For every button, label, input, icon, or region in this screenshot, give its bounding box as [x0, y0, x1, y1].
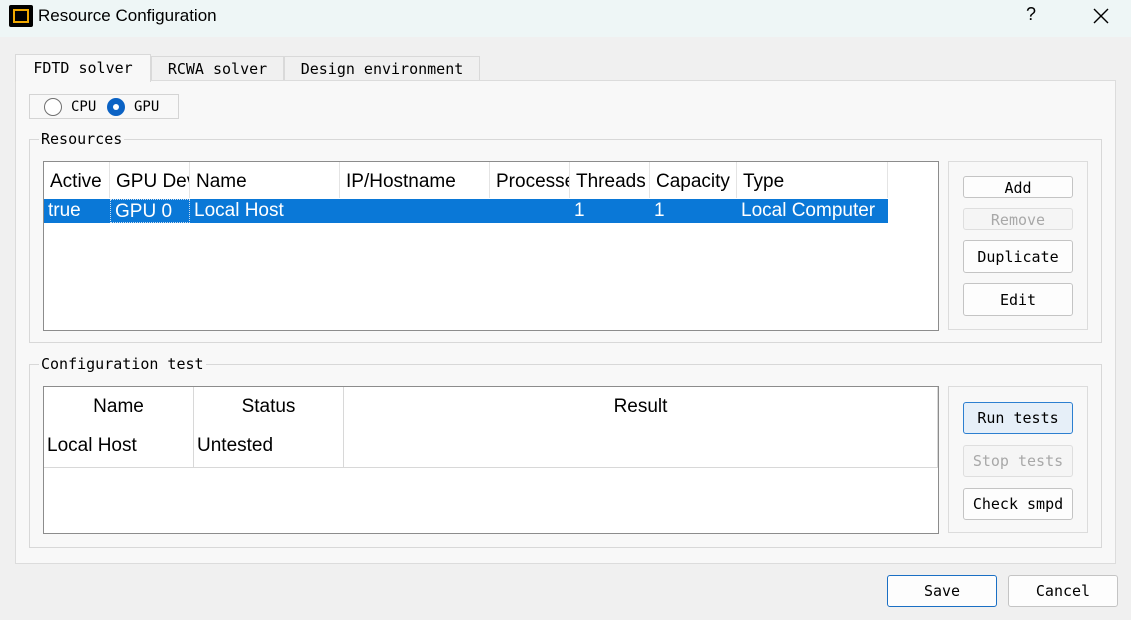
- app-icon: [9, 5, 33, 27]
- cell-test-status[interactable]: Untested: [194, 427, 344, 468]
- close-button[interactable]: [1085, 3, 1117, 31]
- tab-design-environment[interactable]: Design environment: [284, 56, 480, 81]
- config-test-title: Configuration test: [39, 355, 206, 373]
- column-header-type[interactable]: Type: [737, 162, 888, 198]
- save-button[interactable]: Save: [887, 575, 997, 607]
- column-header-capacity[interactable]: Capacity: [650, 162, 737, 198]
- check-smpd-button[interactable]: Check smpd: [963, 488, 1073, 520]
- config-test-button-panel: Run tests Stop tests Check smpd: [948, 386, 1088, 533]
- column-header-test-name[interactable]: Name: [44, 387, 194, 427]
- resources-table[interactable]: Active GPU Dev Name IP/Hostname Processe…: [43, 161, 939, 331]
- column-header-processes[interactable]: Processes: [490, 162, 570, 198]
- cell-name: Local Host: [194, 200, 284, 221]
- tab-fdtd-solver[interactable]: FDTD solver: [15, 54, 151, 82]
- column-header-gpu-device[interactable]: GPU Dev: [110, 162, 190, 198]
- cpu-radio-label[interactable]: CPU: [71, 99, 96, 115]
- gpu-radio[interactable]: [107, 98, 125, 116]
- help-button[interactable]: ?: [1020, 4, 1042, 30]
- cell-test-name[interactable]: Local Host: [44, 427, 194, 468]
- resources-title: Resources: [39, 130, 125, 148]
- cancel-button[interactable]: Cancel: [1008, 575, 1118, 607]
- cell-test-result[interactable]: [344, 427, 938, 468]
- cell-active: true: [48, 200, 81, 221]
- cell-threads: 1: [574, 200, 585, 221]
- device-mode-group: CPU GPU: [29, 94, 179, 119]
- cpu-radio[interactable]: [44, 98, 62, 116]
- add-button[interactable]: Add: [963, 176, 1073, 198]
- tab-rcwa-solver[interactable]: RCWA solver: [151, 56, 284, 81]
- column-header-status[interactable]: Status: [194, 387, 344, 427]
- duplicate-button[interactable]: Duplicate: [963, 240, 1073, 273]
- stop-tests-button[interactable]: Stop tests: [963, 445, 1073, 477]
- remove-button[interactable]: Remove: [963, 208, 1073, 230]
- run-tests-button[interactable]: Run tests: [963, 402, 1073, 434]
- column-header-threads[interactable]: Threads: [570, 162, 650, 198]
- cell-processes: [490, 199, 570, 223]
- gpu-radio-label[interactable]: GPU: [134, 99, 159, 115]
- column-header-ip-hostname[interactable]: IP/Hostname: [340, 162, 490, 198]
- column-header-name[interactable]: Name: [190, 162, 340, 198]
- title-bar: Resource Configuration ?: [0, 0, 1131, 37]
- cell-gpu-device: GPU 0: [110, 199, 190, 223]
- column-header-active[interactable]: Active: [44, 162, 110, 198]
- column-header-result[interactable]: Result: [344, 387, 938, 427]
- edit-button[interactable]: Edit: [963, 283, 1073, 316]
- cell-type: Local Computer: [741, 200, 876, 221]
- close-icon: [1093, 8, 1109, 24]
- table-row[interactable]: true GPU 0 Local Host 1 1 Local Computer: [44, 199, 888, 223]
- cell-capacity: 1: [654, 200, 665, 221]
- cell-ip-hostname: [340, 199, 490, 223]
- config-test-table[interactable]: Name Status Result Local Host Untested: [43, 386, 939, 534]
- resources-button-panel: Add Remove Duplicate Edit: [948, 161, 1088, 330]
- window-title: Resource Configuration: [38, 6, 217, 25]
